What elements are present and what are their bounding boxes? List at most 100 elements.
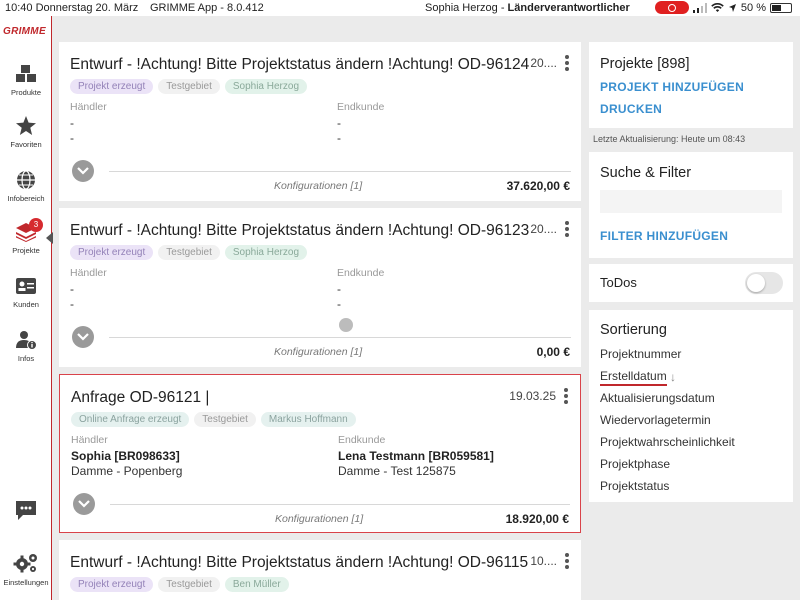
todos-label: ToDos [600,275,637,290]
wifi-icon [711,2,724,12]
chat-button[interactable] [0,500,52,526]
battery-icon [770,2,792,13]
region-tag: Testgebiet [194,412,256,427]
sidebar-label: Projekte [12,246,40,255]
divider [109,337,571,338]
search-filter-title: Suche & Filter [600,165,692,181]
globe-icon [17,170,35,190]
owner-tag: Sophia Herzog [224,79,308,94]
projects-badge: 3 [29,218,43,232]
status-right: 50 % [654,1,792,14]
more-options-icon[interactable] [564,388,568,406]
sidebar-label: Favoriten [10,140,42,149]
project-title[interactable]: Entwurf - !Achtung! Bitte Projektstatus … [70,56,529,74]
project-tags: Projekt erzeugt Testgebiet Sophia Herzog [70,79,308,94]
cubes-icon [16,65,36,82]
status-user: Sophia Herzog - Länderverantwortlicher [425,2,630,14]
user-info-icon [16,331,37,350]
project-title[interactable]: Entwurf - !Achtung! Bitte Projektstatus … [70,222,529,240]
endkunde-section: Endkunde - - [337,101,385,145]
project-date: 19.03.25 [509,389,556,403]
status-user-role: Länderverantwortlicher [507,2,630,14]
sidebar-item-favoriten[interactable]: Favoriten [0,116,52,149]
project-title[interactable]: Entwurf - !Achtung! Bitte Projektstatus … [70,554,528,572]
add-filter-button[interactable]: FILTER HINZUFÜGEN [600,229,728,243]
expand-button[interactable] [72,326,94,348]
region-tag: Testgebiet [158,79,220,94]
owner-tag: Ben Müller [224,577,289,592]
gears-icon [13,554,37,573]
project-price: 37.620,00 € [506,179,570,193]
project-price: 18.920,00 € [505,512,569,526]
sidebar-label: Infobereich [7,194,45,203]
sort-option-erstelldatum[interactable]: Erstelldatum [600,369,667,386]
search-input[interactable] [600,190,782,213]
status-bar: 10:40 Donnerstag 20. März GRIMME App - 8… [0,0,800,16]
project-card[interactable]: Entwurf - !Achtung! Bitte Projektstatus … [59,42,581,201]
haendler-section: Händler Sophia [BR098633] Damme - Popenb… [71,434,183,478]
haendler-section: Händler - - [70,101,107,145]
record-icon[interactable] [654,1,689,14]
status-app-version: GRIMME App - 8.0.412 [150,2,264,14]
status-tag: Projekt erzeugt [70,577,154,592]
endkunde-section: Endkunde Lena Testmann [BR059581] Damme … [338,434,494,478]
chevron-down-icon [77,167,89,175]
last-update-text: Letzte Aktualisierung: Heute um 08:43 [593,134,746,144]
project-card[interactable]: Entwurf - !Achtung! Bitte Projektstatus … [59,208,581,367]
add-project-button[interactable]: PROJEKT HINZUFÜGEN [600,80,744,94]
divider [109,171,571,172]
project-title[interactable]: Anfrage OD-96121 | [71,389,209,407]
project-tags: Projekt erzeugt Testgebiet Ben Müller [70,577,289,592]
sidebar-item-produkte[interactable]: Produkte [0,64,52,97]
status-time-date: 10:40 Donnerstag 20. März [5,2,139,14]
expand-button[interactable] [73,493,95,515]
grimme-logo: GRIMME [3,26,46,37]
configurations-count[interactable]: Konfigurationen [1] [274,346,362,358]
more-options-icon[interactable] [565,55,569,73]
sidebar: GRIMME Produkte Favoriten Infobereich 3 … [0,16,53,600]
chevron-down-icon [78,500,90,508]
sidebar-item-infos[interactable]: Infos [0,330,52,363]
print-button[interactable]: DRUCKEN [600,102,662,116]
region-tag: Testgebiet [158,245,220,260]
divider [110,504,570,505]
sidebar-item-projekte[interactable]: 3 Projekte [0,218,53,255]
expand-button[interactable] [72,160,94,182]
more-options-icon[interactable] [565,553,569,571]
more-options-icon[interactable] [565,221,569,239]
sidebar-label: Einstellungen [3,578,49,587]
sort-option-projektphase[interactable]: Projektphase [600,457,670,471]
drag-handle[interactable] [339,318,353,332]
owner-tag: Sophia Herzog [224,245,308,260]
sorting-title: Sortierung [600,322,667,338]
sort-option-projektstatus[interactable]: Projektstatus [600,479,669,493]
project-card-selected[interactable]: Anfrage OD-96121 | 19.03.25 Online Anfra… [59,374,581,533]
status-tag: Online Anfrage erzeugt [71,412,190,427]
sort-option-projektwahrscheinlichkeit[interactable]: Projektwahrscheinlichkeit [600,435,735,449]
sidebar-item-kunden[interactable]: Kunden [0,276,52,309]
sidebar-item-einstellungen[interactable]: Einstellungen [0,552,52,587]
project-date: 20.... [530,222,557,236]
todos-toggle[interactable] [745,272,783,294]
sort-descending-icon[interactable]: ↓ [670,370,676,384]
sidebar-label: Produkte [10,88,42,97]
sort-option-projektnummer[interactable]: Projektnummer [600,347,681,361]
configurations-count[interactable]: Konfigurationen [1] [275,513,363,525]
todos-panel: ToDos [589,264,793,302]
configurations-count[interactable]: Konfigurationen [1] [274,180,362,192]
sorting-panel: Sortierung Projektnummer Erstelldatum ↓ … [589,310,793,502]
project-tags: Projekt erzeugt Testgebiet Sophia Herzog [70,245,308,260]
project-date: 10.... [530,554,557,568]
owner-tag: Markus Hoffmann [260,412,356,427]
sort-option-aktualisierungsdatum[interactable]: Aktualisierungsdatum [600,391,715,405]
chevron-down-icon [77,333,89,341]
sidebar-item-infobereich[interactable]: Infobereich [0,170,52,203]
haendler-section: Händler - - [70,267,107,311]
sort-option-wiedervorlagetermin[interactable]: Wiedervorlagetermin [600,413,711,427]
status-tag: Projekt erzeugt [70,245,154,260]
project-card[interactable]: Entwurf - !Achtung! Bitte Projektstatus … [59,540,581,600]
region-tag: Testgebiet [158,577,220,592]
endkunde-section: Endkunde - - [337,267,385,311]
location-icon [728,3,736,12]
status-tag: Projekt erzeugt [70,79,154,94]
